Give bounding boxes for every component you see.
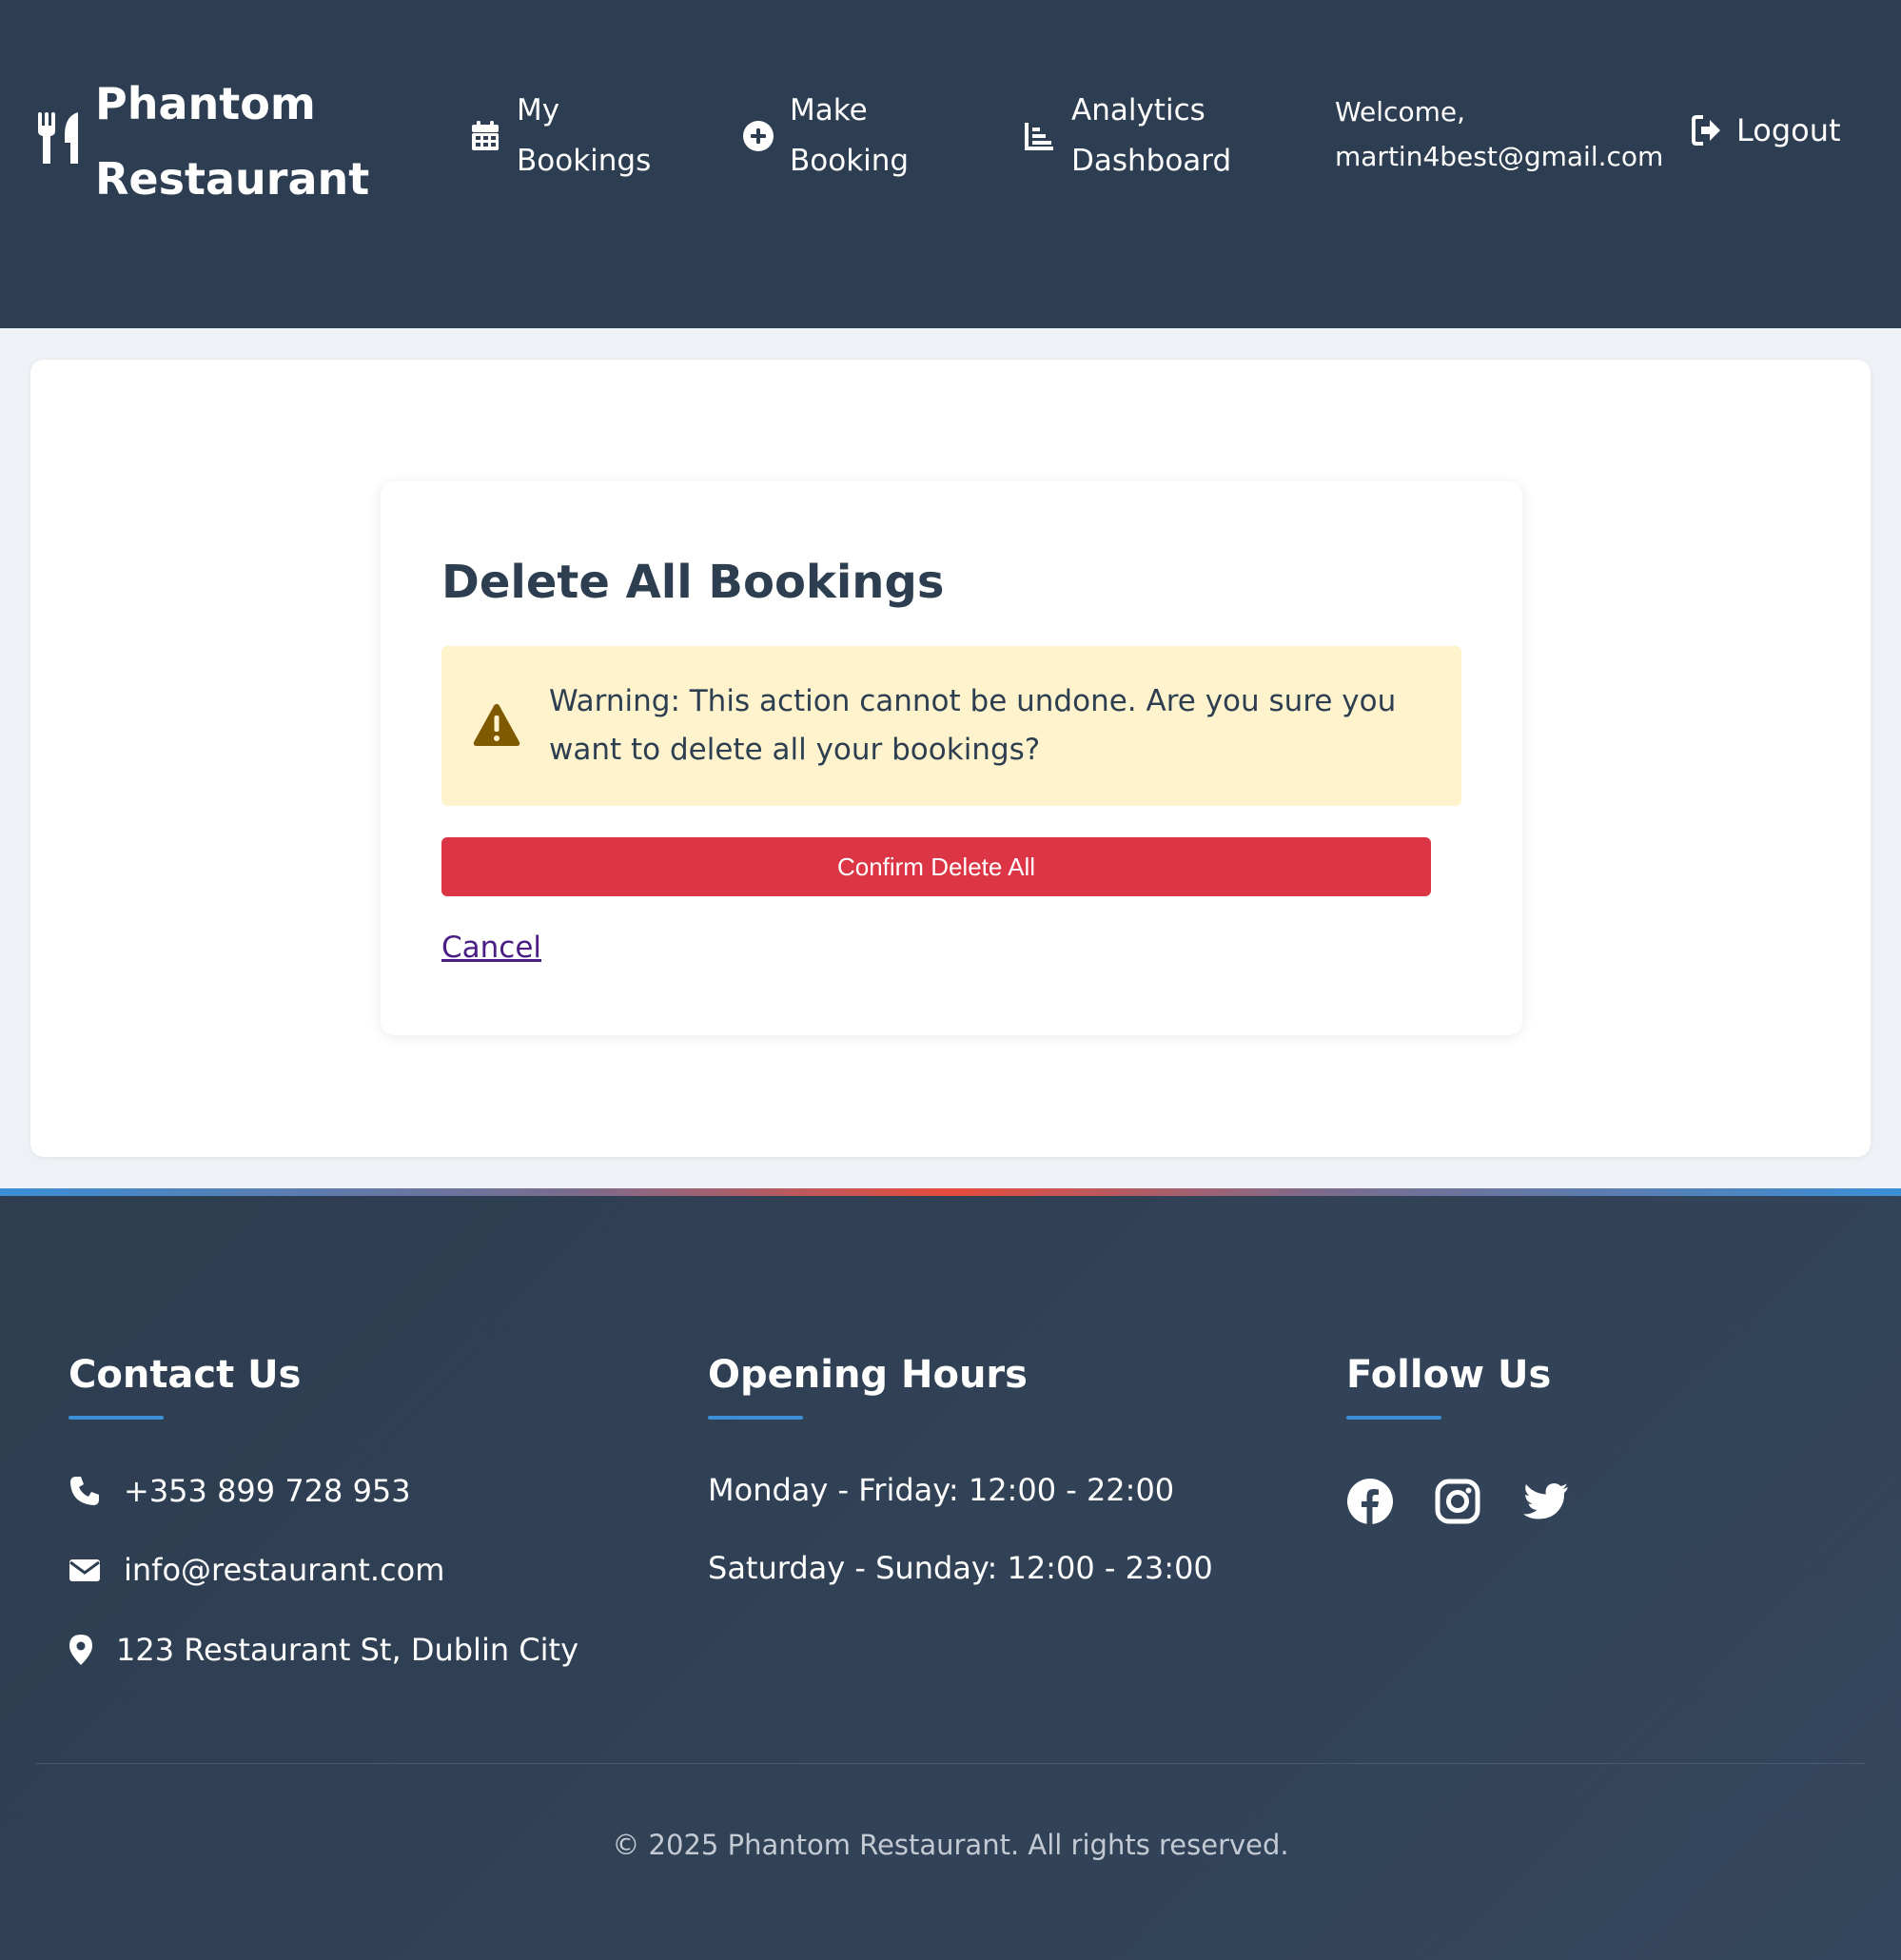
nav-make-booking-label: Make Booking — [790, 93, 910, 178]
map-pin-icon — [69, 1635, 92, 1665]
contact-phone: +353 899 728 953 — [69, 1473, 411, 1509]
calendar-icon — [472, 121, 499, 150]
dialog-title: Delete All Bookings — [441, 556, 945, 609]
hours-weekdays: Monday - Friday: 12:00 - 22:00 — [708, 1472, 1175, 1508]
envelope-icon — [69, 1559, 100, 1581]
warning-alert: Warning: This action cannot be undone. A… — [441, 646, 1461, 806]
cancel-link[interactable]: Cancel — [441, 931, 541, 965]
brand-name: Phantom Restaurant — [95, 78, 370, 205]
confirm-delete-all-button[interactable]: Confirm Delete All — [441, 837, 1431, 896]
warning-triangle-icon — [473, 704, 520, 746]
logout-button[interactable]: Logout — [1691, 112, 1841, 148]
plus-circle-icon — [743, 121, 774, 151]
contact-phone-text: +353 899 728 953 — [124, 1473, 411, 1509]
utensils-icon — [38, 112, 78, 164]
hours-weekend: Saturday - Sunday: 12:00 - 23:00 — [708, 1550, 1213, 1586]
contact-heading: Contact Us — [69, 1353, 302, 1397]
brand[interactable]: Phantom Restaurant — [36, 67, 371, 217]
hours-heading-underline — [708, 1416, 803, 1420]
contact-address: 123 Restaurant St, Dublin City — [69, 1632, 578, 1668]
user-greeting: Welcome, martin4best@gmail.com — [1335, 89, 1663, 179]
twitter-icon[interactable] — [1522, 1478, 1570, 1525]
user-email: martin4best@gmail.com — [1335, 141, 1664, 172]
nav-analytics-label: Analytics Dashboard — [1071, 93, 1232, 178]
footer-divider — [36, 1763, 1865, 1764]
follow-heading: Follow Us — [1346, 1353, 1552, 1397]
sign-out-icon — [1692, 115, 1720, 146]
copyright-text: © 2025 Phantom Restaurant. All rights re… — [612, 1829, 1289, 1861]
footer-accent-bar — [0, 1188, 1901, 1196]
chart-bar-icon — [1025, 123, 1053, 150]
phone-icon — [70, 1477, 99, 1505]
follow-heading-underline — [1346, 1416, 1441, 1420]
facebook-icon[interactable] — [1346, 1478, 1394, 1525]
warning-text: Warning: This action cannot be undone. A… — [549, 684, 1397, 767]
nav-my-bookings-label: My Bookings — [517, 93, 652, 178]
logout-label: Logout — [1736, 112, 1841, 148]
contact-email-text: info@restaurant.com — [124, 1552, 445, 1588]
welcome-label: Welcome, — [1335, 96, 1465, 127]
contact-heading-underline — [69, 1416, 164, 1420]
instagram-icon[interactable] — [1434, 1478, 1481, 1525]
top-navbar: Phantom Restaurant My Bookings Make Book… — [0, 0, 1901, 328]
hours-heading: Opening Hours — [708, 1353, 1028, 1397]
nav-my-bookings[interactable]: My Bookings — [469, 86, 669, 186]
contact-address-text: 123 Restaurant St, Dublin City — [116, 1632, 578, 1668]
contact-email[interactable]: info@restaurant.com — [69, 1552, 444, 1588]
nav-make-booking[interactable]: Make Booking — [742, 86, 942, 186]
nav-analytics-dashboard[interactable]: Analytics Dashboard — [1024, 86, 1262, 186]
